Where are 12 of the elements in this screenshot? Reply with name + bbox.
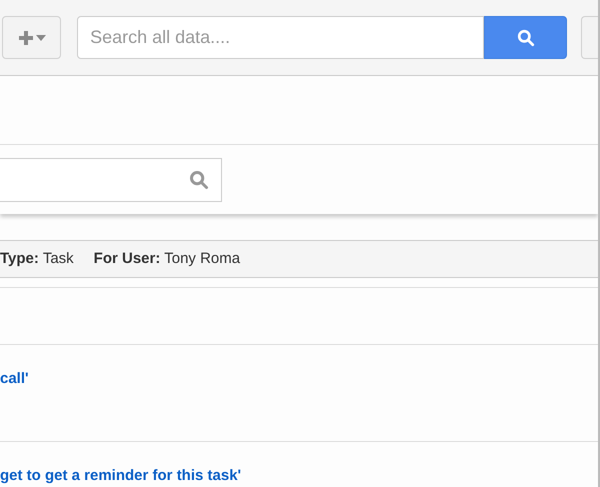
plus-icon [18, 30, 34, 46]
filter-label: For User: Tony Roma [94, 248, 240, 269]
search-icon [189, 170, 209, 190]
search-icon [516, 28, 535, 46]
caret-icon [36, 34, 46, 40]
filter-label: Type: Task [0, 248, 74, 269]
task-link[interactable]: get to get a reminder for this task' [0, 467, 242, 484]
task-link[interactable]: call' [0, 370, 29, 387]
search-field[interactable]: Search all data.... [77, 16, 484, 59]
filter-field[interactable] [0, 158, 222, 202]
add-menu-button[interactable] [2, 16, 62, 59]
search-button[interactable] [484, 16, 568, 59]
